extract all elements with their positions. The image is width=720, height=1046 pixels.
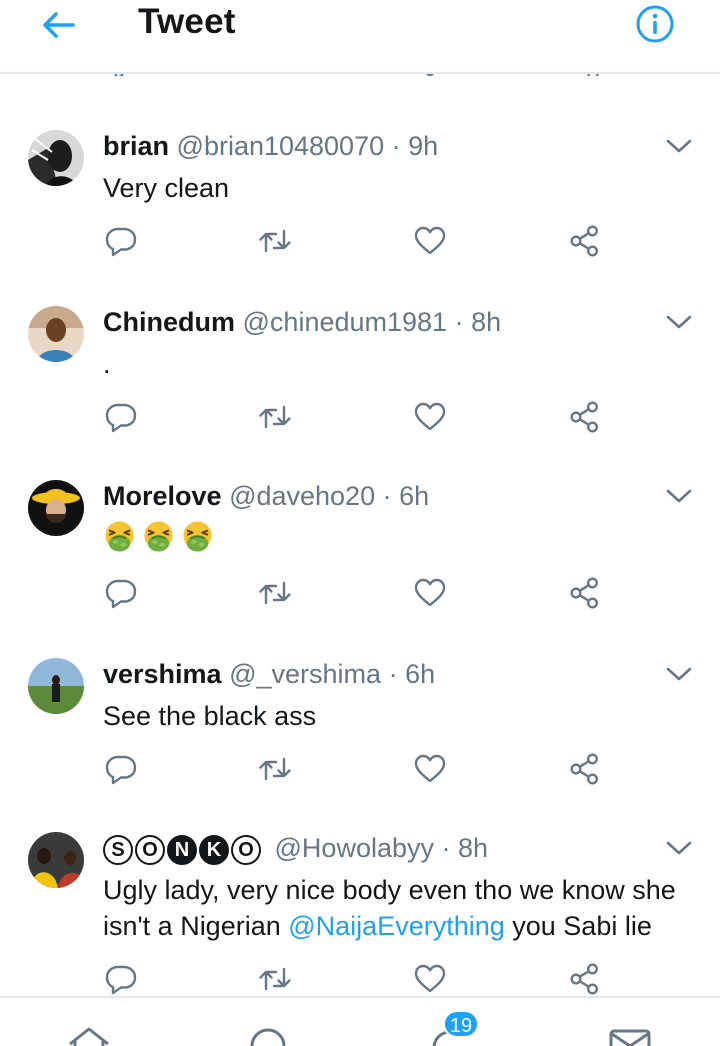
share-icon[interactable] [568, 224, 602, 258]
name-letter: O [135, 834, 165, 865]
heart-icon[interactable] [413, 576, 447, 610]
reply-icon[interactable] [104, 576, 138, 610]
heart-icon[interactable] [413, 224, 447, 258]
notification-count-badge: 19 [443, 1010, 479, 1038]
tweet-text: See the black ass [103, 701, 317, 731]
timestamp: 8h [471, 307, 502, 337]
user-handle: @_vershima [229, 659, 382, 689]
share-icon[interactable] [568, 962, 602, 996]
user-handle: @daveho20 [229, 481, 376, 511]
search-icon[interactable] [248, 1026, 288, 1046]
chevron-down-icon[interactable] [664, 136, 694, 156]
reply-icon[interactable] [104, 962, 138, 996]
chevron-down-icon[interactable] [664, 486, 694, 506]
display-name[interactable]: S O N K O [103, 834, 261, 865]
chevron-down-icon[interactable] [664, 838, 694, 858]
timestamp: 6h [405, 659, 436, 689]
timestamp: 6h [399, 481, 430, 511]
avatar[interactable] [28, 130, 84, 186]
retweet-icon[interactable] [258, 752, 292, 786]
back-button[interactable] [36, 6, 80, 44]
tweet-text: Ugly lady, very nice body even tho we kn… [103, 872, 703, 944]
nauseated-face-icon [142, 520, 175, 553]
avatar[interactable] [28, 306, 84, 362]
tweet-text-part: you Sabi lie [504, 911, 652, 941]
retweet-icon[interactable] [258, 576, 292, 610]
name-letter: N [167, 834, 197, 865]
tweet-actions [0, 752, 720, 788]
reply-icon[interactable] [104, 224, 138, 258]
tweet-actions [0, 400, 720, 436]
timestamp: 9h [408, 131, 439, 161]
reply-icon[interactable] [104, 752, 138, 786]
messages-icon[interactable] [608, 1026, 652, 1046]
share-icon[interactable] [568, 752, 602, 786]
user-handle: @chinedum1981 [242, 307, 448, 337]
tweet-emojis [103, 520, 214, 553]
separator-dot: · [388, 659, 398, 689]
tweet-actions [0, 576, 720, 612]
name-letter: O [231, 834, 261, 865]
retweet-icon[interactable] [258, 400, 292, 434]
retweet-icon[interactable] [258, 962, 292, 996]
separator-dot: · [441, 833, 451, 863]
display-name[interactable]: vershima [103, 659, 222, 689]
top-bar: Tweet [0, 0, 720, 74]
tweet-text: Very clean [103, 173, 230, 203]
heart-icon[interactable] [413, 752, 447, 786]
reply-meta: Morelove @daveho20 · 6h [103, 480, 429, 512]
info-button[interactable] [634, 3, 676, 45]
share-icon[interactable] [568, 576, 602, 610]
reply-meta: brian @brian10480070 · 9h [103, 130, 438, 162]
separator-dot: · [382, 481, 392, 511]
reply-icon[interactable] [104, 400, 138, 434]
heart-icon[interactable] [413, 962, 447, 996]
user-handle: @brian10480070 [176, 131, 385, 161]
avatar[interactable] [28, 832, 84, 888]
mention-link[interactable]: @NaijaEverything [288, 911, 505, 941]
timestamp: 8h [458, 833, 489, 863]
chevron-down-icon[interactable] [664, 312, 694, 332]
chevron-down-icon[interactable] [664, 664, 694, 684]
reply-meta: Chinedum @chinedum1981 · 8h [103, 306, 501, 338]
tweet-text: . [103, 349, 111, 379]
avatar[interactable] [28, 658, 84, 714]
arrow-left-icon [43, 12, 75, 38]
info-icon [636, 5, 674, 43]
tweet-actions [0, 962, 720, 998]
name-letter: K [199, 834, 229, 865]
bottom-nav: 19 [0, 996, 720, 1046]
share-icon[interactable] [568, 400, 602, 434]
reply-meta: vershima @_vershima · 6h [103, 658, 435, 690]
nauseated-face-icon [181, 520, 214, 553]
name-letter: S [103, 834, 133, 865]
display-name[interactable]: Morelove [103, 481, 222, 511]
user-handle: @Howolabyy [274, 833, 434, 863]
heart-icon[interactable] [413, 400, 447, 434]
separator-dot: · [454, 307, 464, 337]
home-icon[interactable] [66, 1026, 112, 1046]
avatar[interactable] [28, 480, 84, 536]
separator-dot: · [391, 131, 401, 161]
retweet-icon[interactable] [258, 224, 292, 258]
tweet-actions [0, 224, 720, 260]
display-name[interactable]: brian [103, 131, 169, 161]
page-title: Tweet [138, 2, 236, 41]
nauseated-face-icon [103, 520, 136, 553]
reply-meta: S O N K O @Howolabyy · 8h [103, 832, 488, 865]
display-name[interactable]: Chinedum [103, 307, 235, 337]
